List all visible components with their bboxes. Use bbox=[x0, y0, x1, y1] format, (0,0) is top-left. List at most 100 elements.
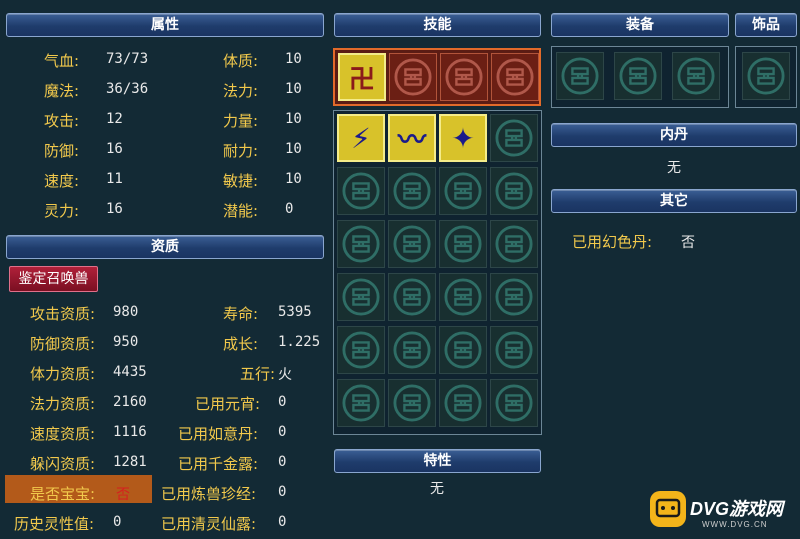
attribute-value: 10 bbox=[285, 141, 302, 157]
aptitude-label: 速度资质: bbox=[30, 425, 96, 443]
attribute-value: 36/36 bbox=[106, 81, 149, 97]
aptitude-label: 躲闪资质: bbox=[30, 455, 96, 473]
dvg-logo: DVG游戏网 WWW.DVG.CN bbox=[650, 489, 796, 535]
aptitude-value: 0 bbox=[278, 484, 287, 500]
aptitude-header: 资质 bbox=[6, 235, 324, 259]
attribute-label: 力量: bbox=[223, 112, 259, 130]
empty-skill-slot[interactable] bbox=[439, 220, 487, 268]
empty-skill-slot[interactable] bbox=[490, 326, 538, 374]
aptitude-value: 0 bbox=[113, 514, 122, 530]
aptitude-value: 980 bbox=[113, 304, 139, 320]
attribute-label: 气血: bbox=[44, 52, 80, 70]
aptitude-label: 已用元宵: bbox=[195, 395, 261, 413]
traits-value: 无 bbox=[430, 481, 444, 497]
other-label: 已用幻色丹: bbox=[572, 233, 653, 251]
skills-header: 技能 bbox=[334, 13, 541, 37]
aptitude-value: 5395 bbox=[278, 304, 312, 320]
aptitude-label: 法力资质: bbox=[30, 395, 96, 413]
aptitude-value: 0 bbox=[278, 454, 287, 470]
attribute-value: 10 bbox=[285, 81, 302, 97]
equipment-slot[interactable] bbox=[556, 52, 604, 100]
empty-skill-slot[interactable] bbox=[388, 167, 436, 215]
aptitude-value: 1116 bbox=[113, 424, 147, 440]
equipment-slot[interactable] bbox=[614, 52, 662, 100]
aptitude-value: 0 bbox=[278, 394, 287, 410]
attribute-label: 速度: bbox=[44, 172, 80, 190]
aptitude-value: 1281 bbox=[113, 454, 147, 470]
attribute-label: 攻击: bbox=[44, 112, 80, 130]
accessory-slot[interactable] bbox=[742, 52, 790, 100]
empty-skill-slot[interactable] bbox=[388, 273, 436, 321]
empty-skill-slot[interactable] bbox=[337, 326, 385, 374]
neidan-header: 内丹 bbox=[551, 123, 797, 147]
empty-skill-slot[interactable] bbox=[388, 379, 436, 427]
special-skill-icon[interactable]: 卍 bbox=[338, 53, 386, 101]
attributes-header: 属性 bbox=[6, 13, 324, 37]
empty-special-skill-slot[interactable] bbox=[491, 53, 539, 101]
attribute-value: 10 bbox=[285, 111, 302, 127]
aptitude-label: 成长: bbox=[223, 335, 259, 353]
empty-skill-slot[interactable] bbox=[439, 273, 487, 321]
attribute-value: 10 bbox=[285, 171, 302, 187]
logo-brand: DVG游戏网 bbox=[690, 499, 784, 519]
empty-skill-slot[interactable] bbox=[337, 220, 385, 268]
logo-url: WWW.DVG.CN bbox=[702, 520, 768, 529]
attribute-label: 耐力: bbox=[223, 142, 259, 160]
attribute-value: 12 bbox=[106, 111, 123, 127]
attribute-value: 16 bbox=[106, 141, 123, 157]
attribute-value: 73/73 bbox=[106, 51, 149, 67]
attribute-label: 魔法: bbox=[44, 82, 80, 100]
aptitude-label: 防御资质: bbox=[30, 335, 96, 353]
identify-pet-button[interactable]: 鉴定召唤兽 bbox=[9, 266, 98, 292]
empty-skill-slot[interactable] bbox=[490, 114, 538, 162]
attribute-value: 11 bbox=[106, 171, 123, 187]
attribute-value: 10 bbox=[285, 51, 302, 67]
attribute-label: 潜能: bbox=[223, 202, 259, 220]
aptitude-label: 已用千金露: bbox=[178, 455, 259, 473]
water-wave-skill-icon[interactable]: 〰 bbox=[388, 114, 436, 162]
aptitude-label: 体力资质: bbox=[30, 365, 96, 383]
aptitude-value: 2160 bbox=[113, 394, 147, 410]
other-value: 否 bbox=[681, 235, 695, 251]
aptitude-label: 寿命: bbox=[223, 305, 259, 323]
empty-skill-slot[interactable] bbox=[490, 220, 538, 268]
empty-skill-slot[interactable] bbox=[337, 379, 385, 427]
aptitude-value: 1.225 bbox=[278, 334, 321, 350]
aptitude-value: 950 bbox=[113, 334, 139, 350]
attribute-label: 灵力: bbox=[44, 202, 80, 220]
aptitude-label: 已用如意丹: bbox=[178, 425, 259, 443]
empty-skill-slot[interactable] bbox=[388, 326, 436, 374]
empty-special-skill-slot[interactable] bbox=[389, 53, 437, 101]
empty-skill-slot[interactable] bbox=[490, 273, 538, 321]
empty-skill-slot[interactable] bbox=[337, 167, 385, 215]
aptitude-label: 攻击资质: bbox=[30, 305, 96, 323]
empty-skill-slot[interactable] bbox=[388, 220, 436, 268]
empty-skill-slot[interactable] bbox=[439, 326, 487, 374]
attribute-label: 体质: bbox=[223, 52, 259, 70]
attribute-value: 0 bbox=[285, 201, 294, 217]
empty-skill-slot[interactable] bbox=[490, 167, 538, 215]
aptitude-label: 已用炼兽珍经: bbox=[161, 485, 257, 503]
traits-header: 特性 bbox=[334, 449, 541, 473]
empty-skill-slot[interactable] bbox=[490, 379, 538, 427]
aptitude-label: 已用清灵仙露: bbox=[161, 515, 257, 533]
empty-special-skill-slot[interactable] bbox=[440, 53, 488, 101]
aptitude-label: 历史灵性值: bbox=[14, 515, 95, 533]
equipment-header: 装备 bbox=[551, 13, 729, 37]
aptitude-value: 0 bbox=[278, 514, 287, 530]
sparkle-skill-icon[interactable]: ✦ bbox=[439, 114, 487, 162]
attribute-label: 敏捷: bbox=[223, 172, 259, 190]
empty-skill-slot[interactable] bbox=[439, 379, 487, 427]
aptitude-value: 否 bbox=[116, 487, 130, 503]
empty-skill-slot[interactable] bbox=[439, 167, 487, 215]
aptitude-value: 火 bbox=[278, 367, 292, 383]
aptitude-value: 4435 bbox=[113, 364, 147, 380]
aptitude-value: 0 bbox=[278, 424, 287, 440]
lightning-skill-icon[interactable]: ⚡ bbox=[337, 114, 385, 162]
neidan-value: 无 bbox=[667, 160, 681, 176]
equipment-slot[interactable] bbox=[672, 52, 720, 100]
empty-skill-slot[interactable] bbox=[337, 273, 385, 321]
accessory-header: 饰品 bbox=[735, 13, 797, 37]
aptitude-label: 五行: bbox=[240, 365, 276, 383]
attribute-label: 防御: bbox=[44, 142, 80, 160]
